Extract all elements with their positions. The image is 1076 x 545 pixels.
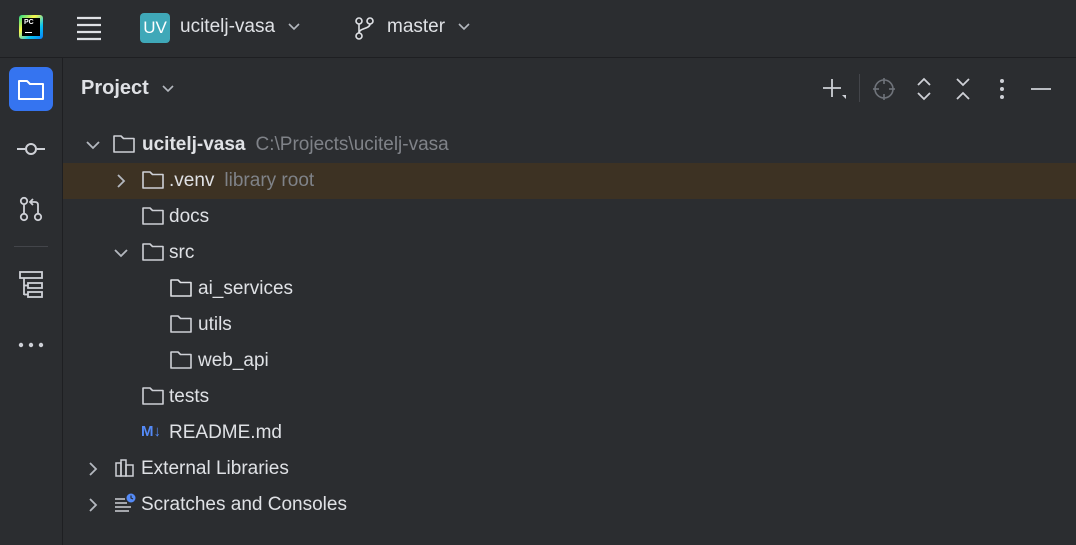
toolbar-separator xyxy=(859,74,860,102)
options-button[interactable] xyxy=(989,76,1015,102)
chevron-down-icon[interactable] xyxy=(112,244,130,262)
vertical-dots-icon xyxy=(1000,79,1004,99)
pycharm-logo-icon[interactable]: PC xyxy=(19,15,43,39)
folder-icon xyxy=(170,315,192,333)
select-opened-file-button[interactable] xyxy=(871,76,897,102)
structure-icon xyxy=(19,271,43,298)
chevron-down-icon[interactable] xyxy=(84,136,102,154)
branch-name: master xyxy=(387,16,446,37)
root-name: ucitelj-vasa xyxy=(142,134,246,155)
branch-icon xyxy=(355,17,374,40)
venv-hint: library root xyxy=(224,170,315,191)
expand-all-icon xyxy=(917,77,931,101)
tree-row-ai-services[interactable]: ai_services xyxy=(63,271,1076,307)
chevron-down-icon xyxy=(162,85,174,92)
hamburger-icon xyxy=(77,16,101,41)
commit-tool-button[interactable] xyxy=(9,127,53,171)
more-icon xyxy=(18,342,44,348)
tree-label-docs: docs xyxy=(169,206,210,227)
tree-row-venv[interactable]: .venv library root xyxy=(63,163,1076,199)
project-tool-button[interactable] xyxy=(9,67,53,111)
minimize-icon xyxy=(1031,88,1051,90)
hide-panel-button[interactable] xyxy=(1028,76,1054,102)
plus-icon xyxy=(823,79,846,99)
tree-row-external-libraries[interactable]: External Libraries xyxy=(63,451,1076,487)
markdown-icon: M↓ xyxy=(141,423,161,440)
app-logo-text: PC xyxy=(22,18,40,36)
venv-name: .venv xyxy=(169,170,215,191)
tree-row-root[interactable]: ucitelj-vasa C:\Projects\ucitelj-vasa xyxy=(63,127,1076,163)
structure-tool-button[interactable] xyxy=(9,263,53,307)
project-panel: Project ucitelj-vasa C:\Projects\ucitelj… xyxy=(63,58,1076,545)
chevron-right-icon[interactable] xyxy=(84,496,102,514)
folder-icon xyxy=(18,80,44,100)
chevron-right-icon[interactable] xyxy=(112,172,130,190)
library-icon xyxy=(115,459,134,477)
collapse-all-icon xyxy=(956,78,970,100)
tree-label-tests: tests xyxy=(169,386,210,407)
root-path: C:\Projects\ucitelj-vasa xyxy=(255,134,449,155)
pull-requests-icon xyxy=(19,196,43,222)
folder-icon xyxy=(170,351,192,369)
tree-label-root: ucitelj-vasa C:\Projects\ucitelj-vasa xyxy=(142,134,449,156)
collapse-all-button[interactable] xyxy=(950,76,976,102)
new-file-button[interactable] xyxy=(821,76,847,102)
scratches-icon xyxy=(115,493,136,512)
tree-label-external-libraries: External Libraries xyxy=(141,458,289,479)
folder-icon xyxy=(142,387,164,405)
strip-separator xyxy=(14,246,48,247)
project-badge[interactable]: UV xyxy=(140,13,170,43)
tree-label-scratches: Scratches and Consoles xyxy=(141,494,347,515)
tree-label-venv: .venv library root xyxy=(169,170,314,192)
tree-row-utils[interactable]: utils xyxy=(63,307,1076,343)
tool-window-strip xyxy=(0,58,63,545)
chevron-down-icon xyxy=(288,23,300,31)
tree-row-tests[interactable]: tests xyxy=(63,379,1076,415)
tree-label-src: src xyxy=(169,242,195,263)
panel-title: Project xyxy=(81,77,149,99)
main-menu-button[interactable] xyxy=(74,13,104,43)
tree-label-web-api: web_api xyxy=(198,350,269,371)
title-bar: PC UV ucitelj-vasa master xyxy=(0,0,1076,58)
folder-icon xyxy=(142,243,164,261)
panel-title-dropdown[interactable]: Project xyxy=(81,77,174,100)
tree-label-ai-services: ai_services xyxy=(198,278,294,299)
chevron-down-icon xyxy=(458,23,470,31)
folder-icon xyxy=(170,279,192,297)
locate-icon xyxy=(873,78,895,100)
pull-requests-tool-button[interactable] xyxy=(9,187,53,231)
project-name: ucitelj-vasa xyxy=(180,16,276,37)
folder-icon xyxy=(142,207,164,225)
chevron-right-icon[interactable] xyxy=(84,460,102,478)
tree-row-readme[interactable]: M↓ README.md xyxy=(63,415,1076,451)
tree-row-scratches[interactable]: Scratches and Consoles xyxy=(63,487,1076,523)
branch-switcher[interactable]: master xyxy=(387,16,470,38)
tree-label-utils: utils xyxy=(198,314,232,335)
tree-row-web-api[interactable]: web_api xyxy=(63,343,1076,379)
tree-row-docs[interactable]: docs xyxy=(63,199,1076,235)
more-tool-windows-button[interactable] xyxy=(9,323,53,367)
project-switcher[interactable]: ucitelj-vasa xyxy=(180,16,300,38)
folder-icon xyxy=(142,171,164,189)
expand-all-button[interactable] xyxy=(911,76,937,102)
tree-row-src[interactable]: src xyxy=(63,235,1076,271)
commit-icon xyxy=(17,143,45,155)
tree-label-readme: README.md xyxy=(169,422,282,443)
folder-icon xyxy=(113,135,135,153)
